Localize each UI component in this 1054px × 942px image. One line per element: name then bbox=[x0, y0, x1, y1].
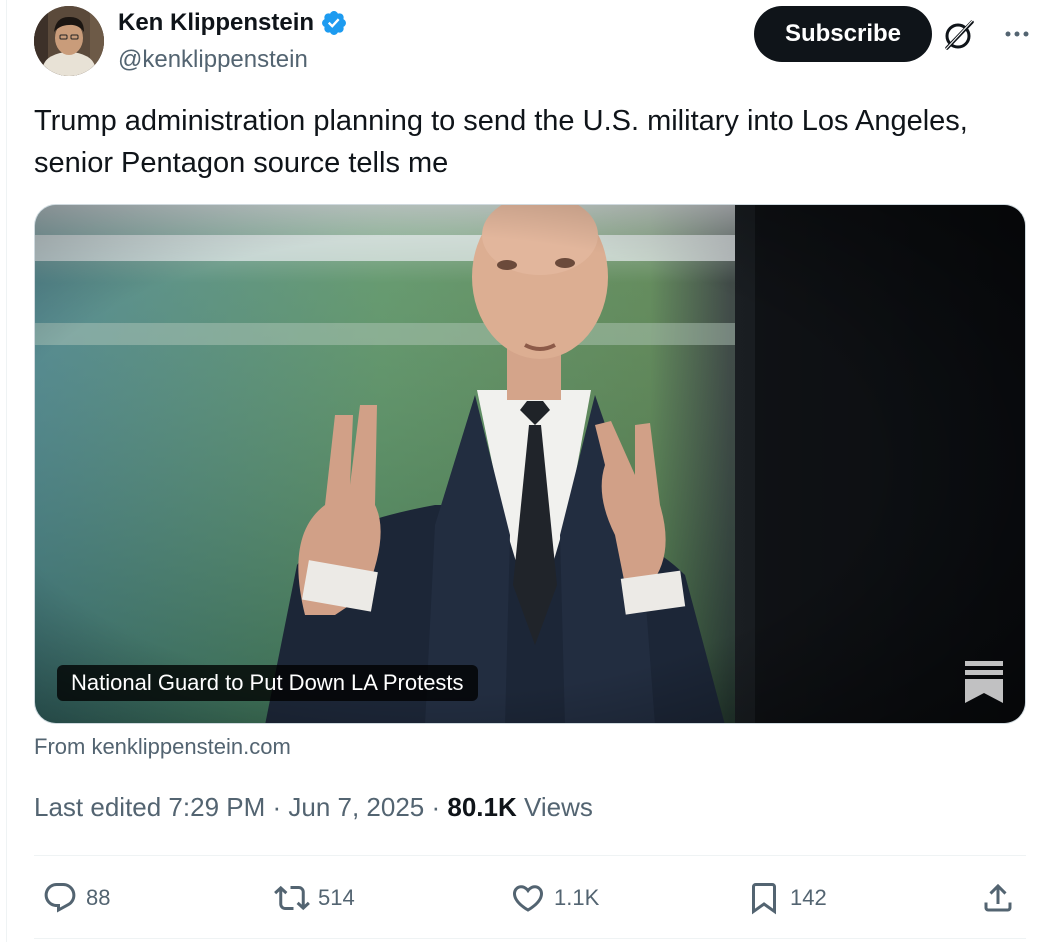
subscribe-button[interactable]: Subscribe bbox=[754, 6, 932, 62]
action-bar: 88 514 1.1K 142 bbox=[34, 870, 1026, 926]
bookmark-button[interactable]: 142 bbox=[746, 870, 827, 926]
reply-count: 88 bbox=[86, 885, 111, 910]
tweet-meta: Last edited 7:29 PM · Jun 7, 2025 · 80.1… bbox=[34, 792, 593, 823]
more-icon[interactable] bbox=[1002, 18, 1032, 48]
views-label: Views bbox=[516, 792, 593, 822]
author-name[interactable]: Ken Klippenstein bbox=[118, 9, 314, 37]
tweet-text: Trump administration planning to send th… bbox=[34, 105, 968, 179]
link-card[interactable]: National Guard to Put Down LA Protests bbox=[34, 204, 1026, 724]
divider-bottom bbox=[34, 938, 1026, 939]
substack-icon bbox=[965, 661, 1003, 703]
like-icon bbox=[512, 885, 544, 912]
repost-count: 514 bbox=[318, 885, 355, 910]
card-photo bbox=[35, 205, 1025, 723]
repost-icon bbox=[274, 885, 310, 911]
bookmark-count: 142 bbox=[790, 885, 827, 910]
repost-button[interactable]: 514 bbox=[274, 870, 355, 926]
like-button[interactable]: 1.1K bbox=[510, 870, 599, 926]
like-count: 1.1K bbox=[554, 885, 600, 910]
divider-top bbox=[34, 855, 1026, 856]
reply-icon bbox=[44, 883, 76, 913]
tweet-header: Ken Klippenstein @kenklippenstein Subscr… bbox=[34, 6, 1032, 78]
card-title: National Guard to Put Down LA Protests bbox=[57, 665, 478, 701]
avatar[interactable] bbox=[34, 6, 104, 76]
share-button[interactable] bbox=[980, 870, 1024, 926]
timeline-border bbox=[6, 0, 7, 942]
views-count: 80.1K bbox=[447, 792, 517, 822]
author-handle[interactable]: @kenklippenstein bbox=[118, 46, 348, 74]
reply-button[interactable]: 88 bbox=[42, 870, 110, 926]
grok-icon[interactable] bbox=[942, 18, 976, 52]
card-source[interactable]: From kenklippenstein.com bbox=[34, 734, 291, 760]
share-icon bbox=[984, 883, 1012, 912]
bookmark-icon bbox=[752, 883, 776, 915]
edited-timestamp[interactable]: Last edited 7:29 PM · Jun 7, 2025 · bbox=[34, 792, 447, 822]
verified-badge-icon[interactable] bbox=[320, 9, 348, 37]
